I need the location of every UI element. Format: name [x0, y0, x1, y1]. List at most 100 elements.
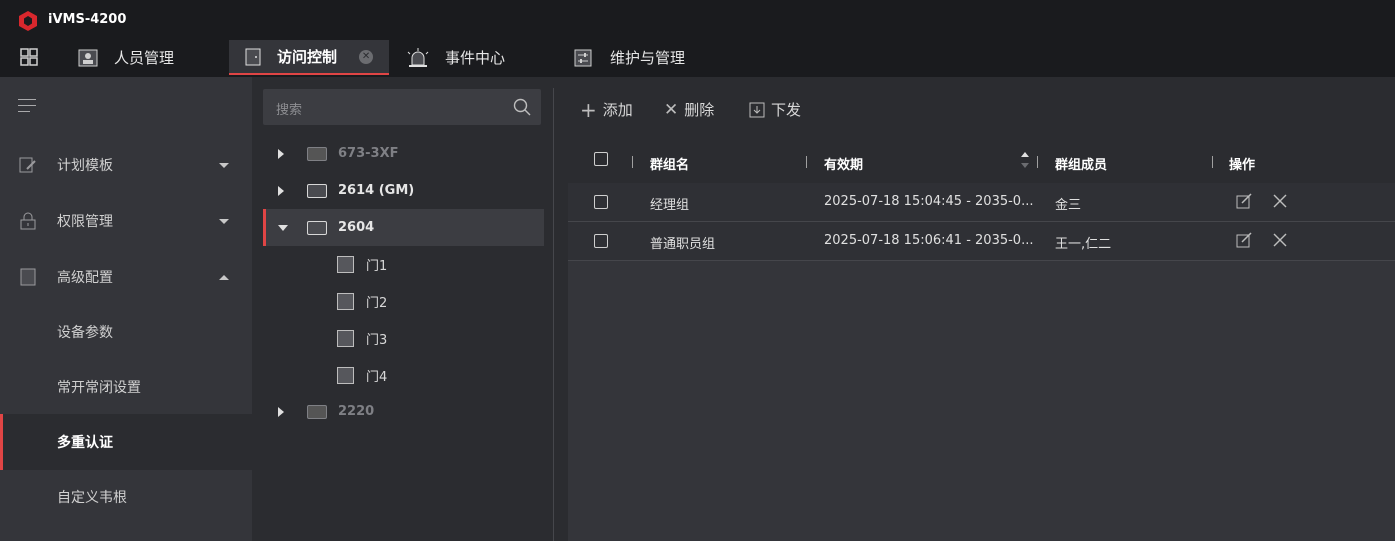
sidebar-item-advanced-config[interactable]: 高级配置 [0, 249, 252, 305]
tab-person-management[interactable]: 人员管理 [68, 40, 218, 75]
apply-label: 下发 [771, 101, 802, 119]
column-separator [806, 156, 807, 168]
edit-icon[interactable] [1236, 232, 1252, 248]
sidebar-item-label: 设备参数 [57, 325, 113, 341]
sort-icon[interactable] [1020, 151, 1030, 169]
sidebar-subitem-device-params[interactable]: 设备参数 [0, 304, 252, 360]
tree-door-3[interactable]: 门3 [263, 320, 541, 357]
access-controller-icon [307, 183, 327, 198]
chevron-down-icon [219, 218, 229, 224]
row-checkbox[interactable] [594, 195, 608, 209]
lock-icon [20, 212, 36, 230]
delete-button[interactable]: ✕ 删除 [664, 99, 714, 120]
sidebar-item-label: 计划模板 [57, 158, 113, 174]
title-bar: iVMS-4200 [0, 0, 1395, 40]
tab-label: 人员管理 [114, 49, 175, 67]
table-row[interactable]: 经理组 2025-07-18 15:04:45 - 2035-0... 金三 [568, 183, 1395, 222]
delete-icon[interactable] [1272, 232, 1288, 248]
sidebar-item-label: 常开常闭设置 [57, 380, 141, 396]
template-edit-icon [19, 157, 36, 173]
sidebar-subitem-multi-auth[interactable]: 多重认证 [0, 414, 252, 470]
expand-caret-icon[interactable] [278, 148, 284, 159]
device-name: 2604 [338, 220, 375, 235]
menu-toggle-icon[interactable] [18, 99, 36, 117]
cell-validity: 2025-07-18 15:04:45 - 2035-0... [824, 194, 1034, 209]
tab-access-control[interactable]: 访问控制 ✕ [229, 40, 389, 75]
column-header-members[interactable]: 群组成员 [1055, 154, 1107, 173]
sidebar-item-permission[interactable]: 权限管理 [0, 193, 252, 249]
tab-maintenance[interactable]: 维护与管理 [574, 40, 714, 75]
column-header-validity[interactable]: 有效期 [824, 154, 863, 173]
config-doc-icon [20, 268, 36, 286]
chevron-up-icon [219, 274, 229, 280]
device-name: 2614 (GM) [338, 183, 415, 198]
plus-icon: + [580, 97, 597, 122]
door-icon [337, 256, 354, 273]
module-tab-bar: 人员管理 访问控制 ✕ 事件中心 维护与管理 [0, 40, 1395, 77]
add-label: 添加 [602, 101, 633, 119]
search-icon[interactable] [513, 98, 531, 116]
chevron-down-icon [219, 162, 229, 168]
tab-label: 访问控制 [277, 48, 338, 66]
column-header-group-name[interactable]: 群组名 [650, 154, 689, 173]
apply-button[interactable]: 下发 [749, 99, 801, 120]
access-controller-icon [307, 404, 327, 419]
home-grid-icon[interactable] [20, 48, 38, 66]
door-name: 门1 [366, 259, 388, 274]
access-controller-icon [307, 220, 327, 235]
delete-label: 删除 [684, 101, 715, 119]
tree-door-4[interactable]: 门4 [263, 357, 541, 394]
group-table: 群组名 有效期 群组成员 操作 经理组 2025-07-18 15:04:45 … [568, 140, 1395, 541]
door-name: 门4 [366, 370, 388, 385]
sidebar-item-schedule-template[interactable]: 计划模板 [0, 137, 252, 193]
row-checkbox[interactable] [594, 234, 608, 248]
tree-device-2604[interactable]: 2604 [263, 209, 544, 246]
tree-door-1[interactable]: 门1 [263, 246, 541, 283]
sidebar-item-label: 多重认证 [57, 435, 113, 451]
tab-label: 维护与管理 [610, 49, 686, 67]
table-row[interactable]: 普通职员组 2025-07-18 15:06:41 - 2035-0... 王一… [568, 222, 1395, 261]
cell-validity: 2025-07-18 15:06:41 - 2035-0... [824, 233, 1034, 248]
app-logo-icon [19, 11, 37, 31]
close-tab-icon[interactable]: ✕ [359, 49, 374, 64]
column-separator [1212, 156, 1213, 168]
sidebar-item-label: 权限管理 [57, 214, 113, 230]
collapse-caret-icon[interactable] [278, 224, 288, 231]
door-icon [337, 330, 354, 347]
tab-event-center[interactable]: 事件中心 [405, 40, 545, 75]
door-name: 门3 [366, 333, 388, 348]
add-button[interactable]: + 添加 [580, 99, 633, 120]
delete-icon[interactable] [1272, 193, 1288, 209]
select-all-checkbox[interactable] [594, 152, 608, 166]
cell-group-name: 经理组 [650, 198, 690, 213]
main-panel: + 添加 ✕ 删除 下发 群组名 有效期 群组成员 操作 经理组 2025-07… [554, 77, 1395, 541]
cell-members: 金三 [1055, 198, 1082, 213]
door-icon [245, 48, 261, 65]
sidebar-subitem-normally-open-closed[interactable]: 常开常闭设置 [0, 359, 252, 415]
edit-icon[interactable] [1236, 193, 1252, 209]
access-controller-icon [307, 146, 327, 161]
sidebar-item-label: 高级配置 [57, 270, 113, 286]
person-card-icon [78, 49, 98, 66]
download-icon [749, 102, 765, 117]
search-input[interactable]: 搜索 [263, 89, 541, 125]
tree-device-2220[interactable]: 2220 [263, 393, 541, 430]
cell-group-name: 普通职员组 [650, 237, 716, 252]
column-header-operation: 操作 [1229, 158, 1256, 173]
device-name: 2220 [338, 404, 375, 419]
column-separator [1037, 156, 1038, 168]
tree-device-673-3xf[interactable]: 673-3XF [263, 135, 541, 172]
tree-device-2614[interactable]: 2614 (GM) [263, 172, 541, 209]
expand-caret-icon[interactable] [278, 406, 284, 417]
sidebar-item-label: 自定义韦根 [57, 490, 127, 506]
tree-door-2[interactable]: 门2 [263, 283, 541, 320]
tab-label: 事件中心 [445, 49, 506, 67]
close-icon: ✕ [664, 99, 679, 120]
device-name: 673-3XF [338, 146, 399, 161]
maintenance-icon [574, 49, 592, 66]
expand-caret-icon[interactable] [278, 185, 284, 196]
sidebar-subitem-custom-wiegand[interactable]: 自定义韦根 [0, 469, 252, 525]
sidebar: 计划模板 权限管理 高级配置 设备参数 常开常闭设置 多重认证 自定义韦根 [0, 77, 252, 541]
table-header: 群组名 有效期 群组成员 操作 [568, 140, 1395, 183]
cell-members: 王一,仁二 [1055, 237, 1112, 252]
